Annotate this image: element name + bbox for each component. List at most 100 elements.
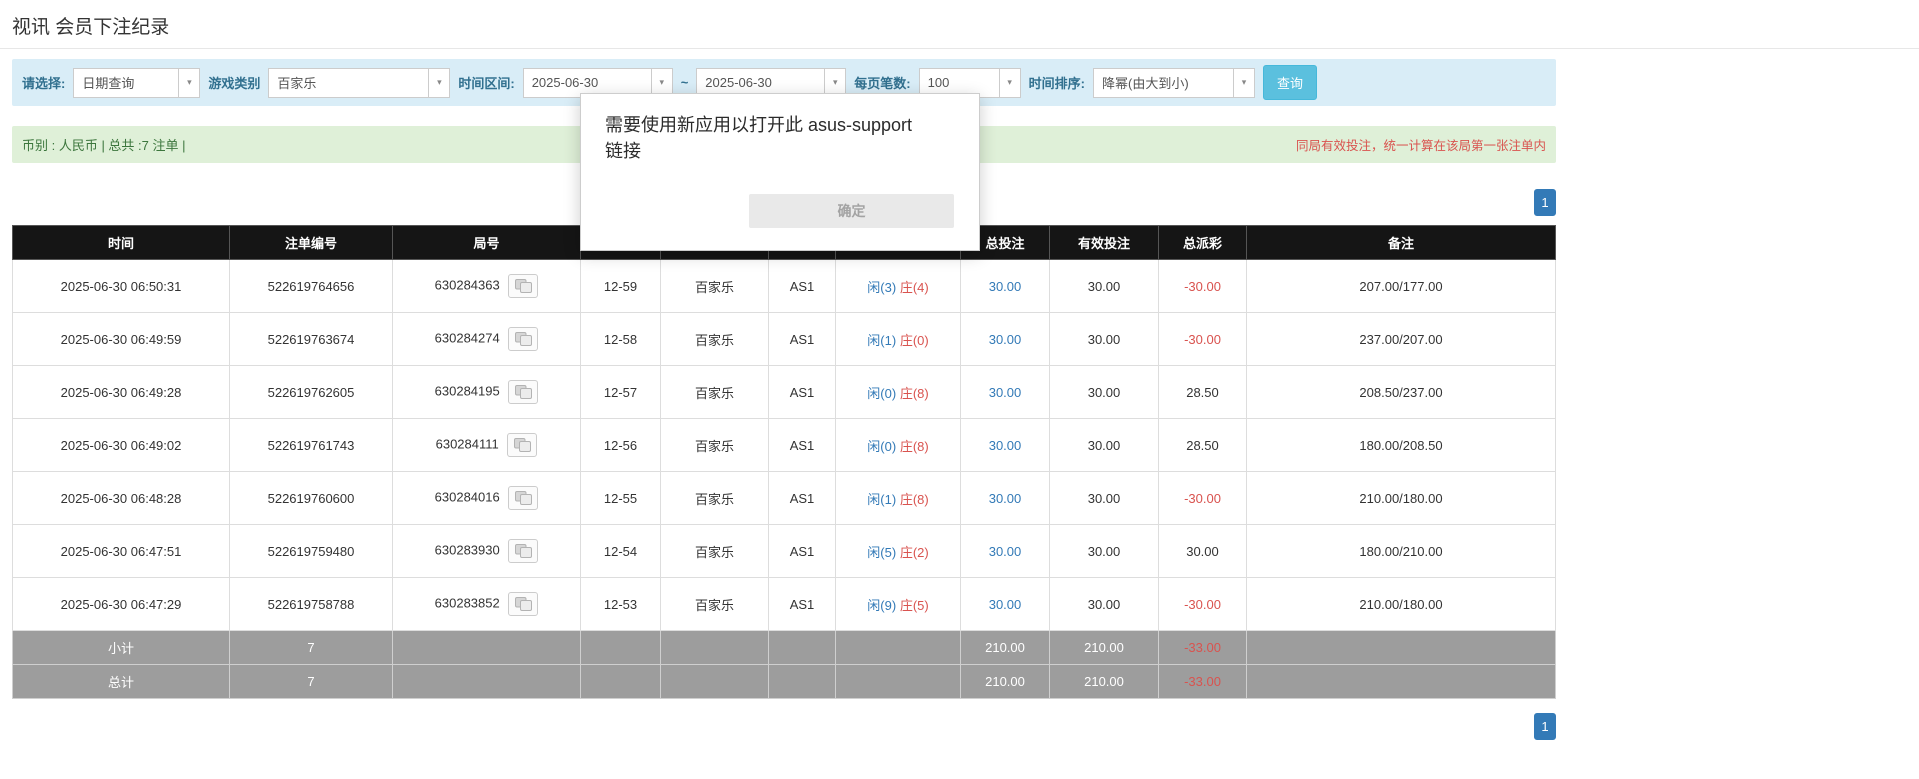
total-bet-link[interactable]: 30.00 [989, 438, 1022, 453]
banker-result: 庄(8) [900, 439, 929, 454]
column-header: 备注 [1247, 226, 1556, 260]
player-result: 闲(9) [867, 598, 896, 613]
round-detail-button[interactable] [508, 486, 538, 510]
banker-result: 庄(2) [900, 545, 929, 560]
cell-result: 闲(5) 庄(2) [836, 525, 961, 578]
cell-bet-id: 522619758788 [230, 578, 393, 631]
game-type-combo: ▾ [268, 68, 450, 98]
game-type-caret-button[interactable]: ▾ [428, 68, 450, 98]
column-header: 注单编号 [230, 226, 393, 260]
cell-table-no: AS1 [769, 525, 836, 578]
date-range-separator: ~ [681, 75, 689, 90]
empty-cell [393, 631, 581, 665]
cell-round-id: 630284363 [393, 260, 581, 313]
total-row: 总计 7 210.00 210.00 -33.00 [13, 665, 1556, 699]
cell-table-no: AS1 [769, 260, 836, 313]
cell-session: 12-57 [581, 366, 661, 419]
cell-result: 闲(0) 庄(8) [836, 366, 961, 419]
column-header: 局号 [393, 226, 581, 260]
cell-game: 百家乐 [661, 525, 769, 578]
empty-cell [661, 631, 769, 665]
game-result-icon [515, 279, 532, 293]
cell-time: 2025-06-30 06:47:51 [13, 525, 230, 578]
cell-round-id: 630283930 [393, 525, 581, 578]
cell-table-no: AS1 [769, 419, 836, 472]
cell-result: 闲(0) 庄(8) [836, 419, 961, 472]
cell-round-id: 630284016 [393, 472, 581, 525]
banker-result: 庄(0) [900, 333, 929, 348]
player-result: 闲(5) [867, 545, 896, 560]
cell-game: 百家乐 [661, 578, 769, 631]
sort-caret-button[interactable]: ▾ [1233, 68, 1255, 98]
sort-combo: ▾ [1093, 68, 1255, 98]
total-total-bet: 210.00 [961, 665, 1050, 699]
query-type-combo: ▾ [73, 68, 200, 98]
total-label: 总计 [13, 665, 230, 699]
cell-bet-id: 522619760600 [230, 472, 393, 525]
cell-round-id: 630284111 [393, 419, 581, 472]
cell-valid-bet: 30.00 [1050, 366, 1159, 419]
round-detail-button[interactable] [508, 274, 538, 298]
payout-value: -30.00 [1184, 597, 1221, 612]
cell-table-no: AS1 [769, 366, 836, 419]
banker-result: 庄(8) [900, 386, 929, 401]
round-detail-button[interactable] [507, 433, 537, 457]
total-bet-link[interactable]: 30.00 [989, 332, 1022, 347]
cell-valid-bet: 30.00 [1050, 472, 1159, 525]
game-result-icon [515, 385, 532, 399]
subtotal-label: 小计 [13, 631, 230, 665]
round-detail-button[interactable] [508, 327, 538, 351]
cell-remark: 180.00/210.00 [1247, 525, 1556, 578]
round-detail-button[interactable] [508, 380, 538, 404]
cell-payout: -30.00 [1159, 578, 1247, 631]
search-button[interactable]: 查询 [1263, 65, 1317, 100]
cell-valid-bet: 30.00 [1050, 260, 1159, 313]
cell-bet-id: 522619759480 [230, 525, 393, 578]
page-size-caret-button[interactable]: ▾ [999, 68, 1021, 98]
cell-table-no: AS1 [769, 472, 836, 525]
total-valid-bet: 210.00 [1050, 665, 1159, 699]
total-bet-link[interactable]: 30.00 [989, 491, 1022, 506]
subtotal-payout: -33.00 [1159, 631, 1247, 665]
cell-session: 12-54 [581, 525, 661, 578]
banker-result: 庄(8) [900, 492, 929, 507]
game-type-input[interactable] [268, 68, 428, 98]
subtotal-total-bet: 210.00 [961, 631, 1050, 665]
banker-result: 庄(4) [900, 280, 929, 295]
payout-value: 30.00 [1186, 544, 1219, 559]
total-bet-link[interactable]: 30.00 [989, 279, 1022, 294]
bet-record-row: 2025-06-30 06:49:02522619761743630284111… [13, 419, 1556, 472]
player-result: 闲(0) [867, 386, 896, 401]
dialog-confirm-button[interactable]: 确定 [749, 194, 954, 228]
page-1-button[interactable]: 1 [1534, 189, 1556, 216]
cell-remark: 210.00/180.00 [1247, 578, 1556, 631]
cell-valid-bet: 30.00 [1050, 578, 1159, 631]
total-count: 7 [230, 665, 393, 699]
total-bet-link[interactable]: 30.00 [989, 544, 1022, 559]
empty-cell [581, 631, 661, 665]
sort-label: 时间排序: [1029, 73, 1085, 92]
cell-round-id: 630283852 [393, 578, 581, 631]
cell-game: 百家乐 [661, 260, 769, 313]
table-body: 2025-06-30 06:50:31522619764656630284363… [13, 260, 1556, 631]
game-type-label: 游戏类别 [208, 73, 260, 92]
player-result: 闲(0) [867, 439, 896, 454]
cell-bet-id: 522619763674 [230, 313, 393, 366]
query-type-input[interactable] [73, 68, 178, 98]
cell-valid-bet: 30.00 [1050, 525, 1159, 578]
empty-cell [836, 665, 961, 699]
round-detail-button[interactable] [508, 592, 538, 616]
round-detail-button[interactable] [508, 539, 538, 563]
page-title: 视讯 会员下注纪录 [12, 12, 1919, 39]
cell-result: 闲(9) 庄(5) [836, 578, 961, 631]
total-bet-link[interactable]: 30.00 [989, 385, 1022, 400]
chevron-down-icon: ▾ [833, 77, 838, 88]
query-type-caret-button[interactable]: ▾ [178, 68, 200, 98]
page-1-button[interactable]: 1 [1534, 713, 1556, 740]
total-bet-link[interactable]: 30.00 [989, 597, 1022, 612]
payout-value: -30.00 [1184, 491, 1221, 506]
cell-time: 2025-06-30 06:50:31 [13, 260, 230, 313]
external-protocol-dialog: 需要使用新应用以打开此 asus-support 链接 确定 [580, 93, 980, 251]
sort-input[interactable] [1093, 68, 1233, 98]
cell-remark: 210.00/180.00 [1247, 472, 1556, 525]
